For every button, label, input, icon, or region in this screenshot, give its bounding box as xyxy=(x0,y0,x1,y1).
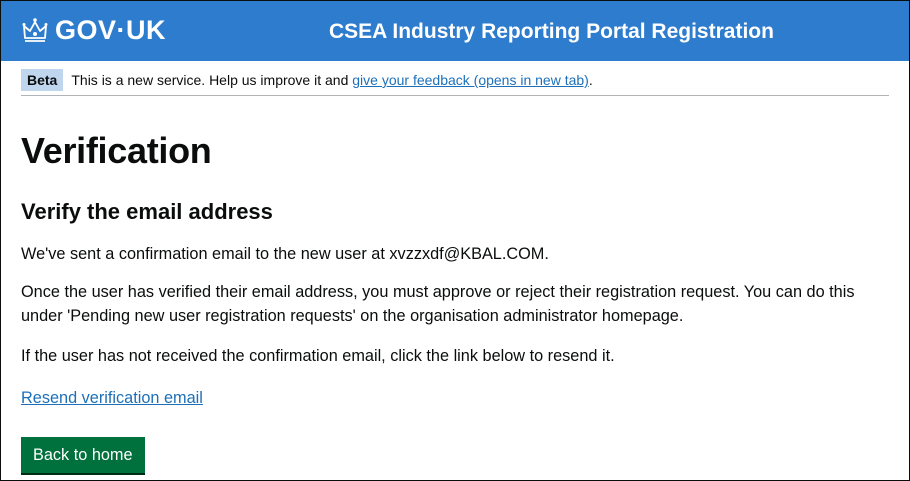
phase-banner-message: This is a new service. Help us improve i… xyxy=(71,72,349,88)
phase-banner: Beta This is a new service. Help us impr… xyxy=(21,65,889,96)
site-header: GOV·UK CSEA Industry Reporting Portal Re… xyxy=(1,1,909,61)
phase-banner-period: . xyxy=(588,72,593,88)
resend-verification-link[interactable]: Resend verification email xyxy=(21,386,203,410)
logo-text: GOV·UK xyxy=(55,15,166,45)
feedback-link[interactable]: give your feedback (opens in new tab) xyxy=(352,72,589,88)
phase-tag: Beta xyxy=(21,69,64,91)
phase-banner-text: This is a new service. Help us improve i… xyxy=(71,72,592,88)
resend-hint-text: If the user has not received the confirm… xyxy=(21,347,615,365)
govuk-logo-link[interactable]: GOV·UK xyxy=(21,14,166,46)
crown-icon xyxy=(21,16,49,44)
back-to-home-button[interactable]: Back to home xyxy=(21,437,145,473)
confirmation-text: We've sent a confirmation email to the n… xyxy=(21,245,549,263)
instructions-text: Once the user has verified their email a… xyxy=(21,283,855,325)
service-name-link[interactable]: CSEA Industry Reporting Portal Registrat… xyxy=(329,18,774,46)
main-content: Verification Verify the email address We… xyxy=(21,127,891,473)
section-heading: Verify the email address xyxy=(21,199,273,224)
page-frame: GOV·UK CSEA Industry Reporting Portal Re… xyxy=(0,0,910,481)
page-title: Verification xyxy=(21,130,212,171)
